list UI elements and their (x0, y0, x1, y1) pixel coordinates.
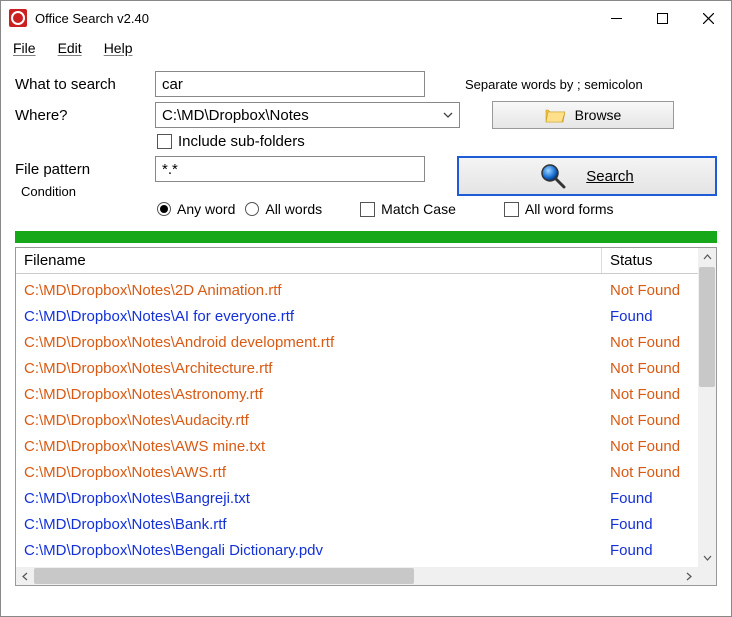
pattern-input[interactable] (155, 156, 425, 182)
browse-button[interactable]: Browse (492, 101, 674, 129)
scroll-left-button[interactable] (16, 567, 34, 585)
window-title: Office Search v2.40 (35, 11, 593, 26)
result-status: Not Found (602, 408, 698, 434)
result-status: Not Found (602, 460, 698, 486)
result-status: Not Found (602, 278, 698, 304)
result-status: Not Found (602, 330, 698, 356)
match-case-checkbox[interactable] (360, 202, 375, 217)
result-filename: C:\MD\Dropbox\Notes\Astronomy.rtf (16, 382, 602, 408)
what-input[interactable] (155, 71, 425, 97)
result-status: Found (602, 538, 698, 564)
result-row[interactable]: C:\MD\Dropbox\Notes\Bank.rtfFound (16, 512, 698, 538)
result-row[interactable]: C:\MD\Dropbox\Notes\AWS.rtfNot Found (16, 460, 698, 486)
result-status: Not Found (602, 356, 698, 382)
result-status: Not Found (602, 434, 698, 460)
hint-text: Separate words by ; semicolon (465, 77, 643, 92)
minimize-button[interactable] (593, 1, 639, 35)
what-label: What to search (15, 76, 145, 93)
result-row[interactable]: C:\MD\Dropbox\Notes\2D Animation.rtfNot … (16, 278, 698, 304)
search-label: Search (586, 168, 634, 185)
result-status: Found (602, 512, 698, 538)
progress-bar (15, 231, 717, 243)
pattern-label: File pattern (15, 161, 145, 178)
include-subfolders-label: Include sub-folders (178, 133, 305, 150)
close-button[interactable] (685, 1, 731, 35)
any-word-label: Any word (177, 201, 235, 217)
menu-file[interactable]: File (13, 40, 36, 56)
all-words-label: All words (265, 201, 322, 217)
result-filename: C:\MD\Dropbox\Notes\Audacity.rtf (16, 408, 602, 434)
result-row[interactable]: C:\MD\Dropbox\Notes\Bangreji.txtFound (16, 486, 698, 512)
match-case-label: Match Case (381, 201, 456, 217)
magnifier-icon (540, 163, 566, 189)
result-filename: C:\MD\Dropbox\Notes\Android development.… (16, 330, 602, 356)
result-row[interactable]: C:\MD\Dropbox\Notes\Bengali Dictionary.p… (16, 538, 698, 564)
result-filename: C:\MD\Dropbox\Notes\AWS.rtf (16, 460, 602, 486)
app-window: Office Search v2.40 File Edit Help What … (0, 0, 732, 617)
result-filename: C:\MD\Dropbox\Notes\Architecture.rtf (16, 356, 602, 382)
search-button[interactable]: Search (457, 156, 717, 196)
result-filename: C:\MD\Dropbox\Notes\Bank.rtf (16, 512, 602, 538)
column-header-status[interactable]: Status (602, 248, 698, 273)
results-panel: Filename Status C:\MD\Dropbox\Notes\2D A… (15, 247, 717, 586)
scroll-right-button[interactable] (680, 567, 698, 585)
result-status: Found (602, 486, 698, 512)
result-filename: C:\MD\Dropbox\Notes\AWS mine.txt (16, 434, 602, 460)
horizontal-scrollbar[interactable] (16, 567, 698, 585)
scroll-up-button[interactable] (698, 248, 716, 266)
result-row[interactable]: C:\MD\Dropbox\Notes\Android development.… (16, 330, 698, 356)
result-status: Found (602, 304, 698, 330)
result-row[interactable]: C:\MD\Dropbox\Notes\AI for everyone.rtfF… (16, 304, 698, 330)
scroll-corner (698, 567, 716, 585)
all-forms-label: All word forms (525, 201, 614, 217)
include-subfolders-checkbox[interactable] (157, 134, 172, 149)
vertical-scrollbar[interactable] (698, 248, 716, 567)
column-header-filename[interactable]: Filename (16, 248, 602, 273)
scroll-down-button[interactable] (698, 549, 716, 567)
app-icon (9, 9, 27, 27)
horizontal-scroll-thumb[interactable] (34, 568, 414, 584)
result-filename: C:\MD\Dropbox\Notes\2D Animation.rtf (16, 278, 602, 304)
result-status: Not Found (602, 382, 698, 408)
maximize-button[interactable] (639, 1, 685, 35)
result-filename: C:\MD\Dropbox\Notes\AI for everyone.rtf (16, 304, 602, 330)
result-filename: C:\MD\Dropbox\Notes\Bengali Dictionary.p… (16, 538, 602, 564)
where-input[interactable] (155, 102, 460, 128)
vertical-scroll-thumb[interactable] (699, 267, 715, 387)
result-row[interactable]: C:\MD\Dropbox\Notes\Architecture.rtfNot … (16, 356, 698, 382)
menubar: File Edit Help (1, 35, 731, 61)
results-body: C:\MD\Dropbox\Notes\2D Animation.rtfNot … (16, 278, 698, 567)
any-word-radio[interactable] (157, 202, 171, 216)
condition-label: Condition (21, 184, 425, 199)
browse-label: Browse (575, 107, 622, 123)
all-words-radio[interactable] (245, 202, 259, 216)
result-row[interactable]: C:\MD\Dropbox\Notes\Audacity.rtfNot Foun… (16, 408, 698, 434)
where-label: Where? (15, 107, 145, 124)
results-header: Filename Status (16, 248, 716, 274)
result-row[interactable]: C:\MD\Dropbox\Notes\AWS mine.txtNot Foun… (16, 434, 698, 460)
menu-help[interactable]: Help (104, 40, 133, 56)
result-row[interactable]: C:\MD\Dropbox\Notes\Astronomy.rtfNot Fou… (16, 382, 698, 408)
titlebar: Office Search v2.40 (1, 1, 731, 35)
folder-icon (545, 107, 565, 123)
chevron-down-icon (443, 112, 453, 118)
result-filename: C:\MD\Dropbox\Notes\Bangreji.txt (16, 486, 602, 512)
where-dropdown-button[interactable] (437, 103, 459, 127)
all-forms-checkbox[interactable] (504, 202, 519, 217)
menu-edit[interactable]: Edit (58, 40, 82, 56)
